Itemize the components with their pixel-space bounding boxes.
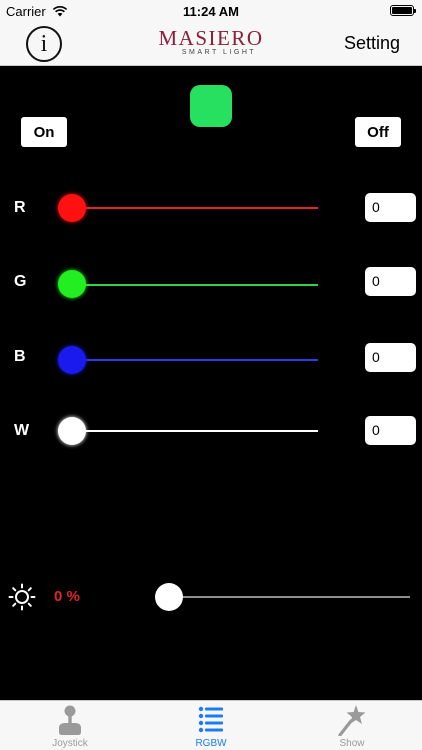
- magic-wand-icon: [338, 705, 366, 736]
- joystick-icon: [59, 705, 81, 735]
- blue-channel-label: B: [14, 348, 26, 365]
- tab-show[interactable]: Show: [282, 701, 422, 750]
- green-slider-track[interactable]: [72, 284, 318, 286]
- navigation-bar: i MASIERO SMART LIGHT Setting: [0, 22, 422, 66]
- sun-icon: [8, 583, 36, 611]
- red-slider-track[interactable]: [72, 207, 318, 209]
- white-slider-track[interactable]: [72, 430, 318, 432]
- white-channel-label: W: [14, 422, 30, 439]
- status-time: 11:24 AM: [183, 4, 239, 19]
- off-button[interactable]: Off: [355, 117, 401, 147]
- tab-joystick[interactable]: Joystick: [0, 701, 140, 750]
- green-slider-thumb[interactable]: [58, 270, 86, 298]
- blue-slider-track[interactable]: [72, 359, 318, 361]
- tab-rgbw[interactable]: RGBW: [141, 701, 281, 750]
- list-icon: [198, 706, 223, 733]
- app-screen: Carrier 11:24 AM i MASIERO SMART LIGHT S…: [0, 0, 422, 750]
- brightness-value: 0 %: [54, 588, 80, 605]
- blue-slider-thumb[interactable]: [58, 346, 86, 374]
- red-channel-label: R: [14, 199, 26, 216]
- tab-rgbw-label: RGBW: [195, 738, 227, 749]
- white-value-input[interactable]: 0: [365, 416, 416, 445]
- blue-value-input[interactable]: 0: [365, 343, 416, 372]
- tab-bar: Joystick RGBW Show: [0, 700, 422, 750]
- white-slider-thumb[interactable]: [58, 417, 86, 445]
- red-value-input[interactable]: 0: [365, 193, 416, 222]
- red-slider-thumb[interactable]: [58, 194, 86, 222]
- brightness-slider-thumb[interactable]: [155, 583, 183, 611]
- setting-button[interactable]: Setting: [344, 33, 400, 54]
- status-bar: Carrier 11:24 AM: [0, 0, 422, 22]
- on-button[interactable]: On: [21, 117, 67, 147]
- tab-joystick-label: Joystick: [52, 738, 88, 749]
- tab-show-label: Show: [339, 738, 365, 749]
- green-channel-label: G: [14, 273, 27, 290]
- battery-icon: [390, 5, 416, 16]
- brightness-slider-track[interactable]: [169, 596, 410, 598]
- green-value-input[interactable]: 0: [365, 267, 416, 296]
- color-preview: [190, 85, 232, 127]
